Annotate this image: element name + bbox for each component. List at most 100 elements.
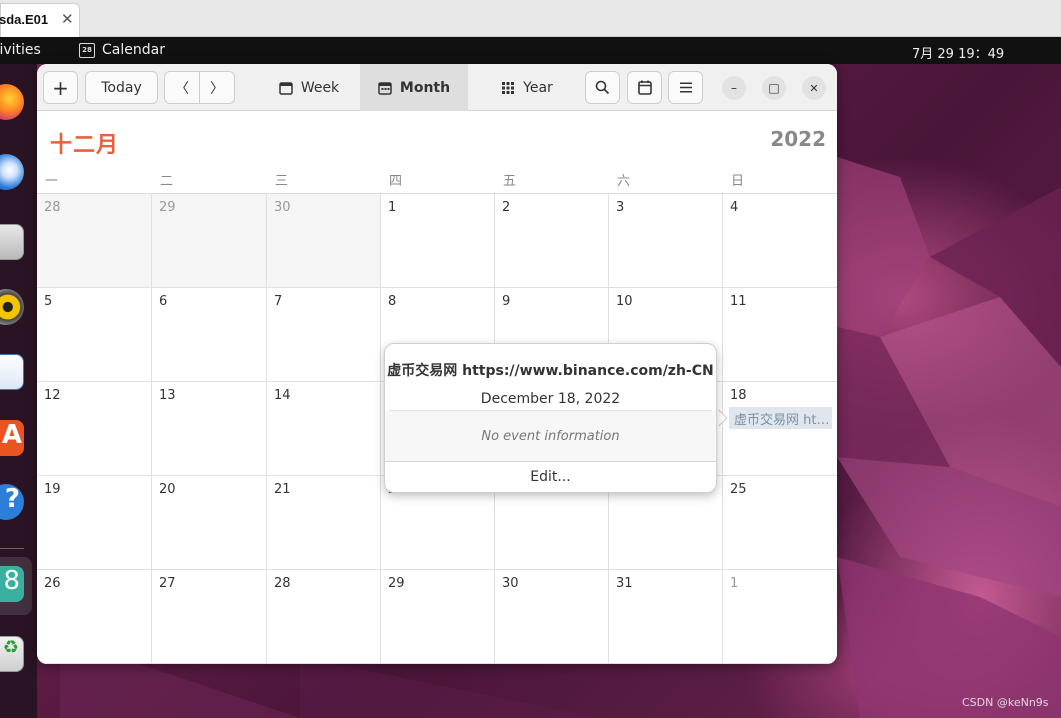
weekday-label: 日 <box>731 174 745 189</box>
day-number: 28 <box>274 576 291 591</box>
day-number: 1 <box>388 200 397 215</box>
day-cell[interactable]: 26 <box>37 570 152 664</box>
new-event-button[interactable]: + <box>43 71 78 104</box>
software-center-icon[interactable]: A <box>0 420 24 456</box>
system-clock[interactable]: 7月 29 19：49 <box>912 43 1004 62</box>
tab-year[interactable]: Year <box>477 64 577 111</box>
hamburger-menu-icon <box>679 82 692 93</box>
day-number: 26 <box>44 576 61 591</box>
event-popover: 虚币交易网 https://www.binance.com/zh-CN Dece… <box>384 343 717 493</box>
month-title: 十二月 <box>50 133 120 158</box>
maximize-button[interactable]: □ <box>762 76 786 100</box>
day-cell[interactable]: 19 <box>37 476 152 570</box>
trash-icon[interactable]: ♻ <box>0 636 24 672</box>
tab-month-label: Month <box>399 79 451 96</box>
weekday-label: 一 <box>45 174 59 189</box>
day-number: 29 <box>159 200 176 215</box>
tab-week[interactable]: Week <box>259 64 359 111</box>
day-cell[interactable]: 20 <box>152 476 267 570</box>
minimize-button[interactable]: – <box>722 76 746 100</box>
calendar-app-icon: 28 <box>79 42 95 58</box>
writer-icon[interactable] <box>0 354 24 390</box>
day-number: 20 <box>159 482 176 497</box>
day-cell[interactable]: 2 <box>495 194 609 288</box>
calendar-management-button[interactable] <box>627 71 662 104</box>
month-icon <box>378 81 392 95</box>
event-info-text: No event information <box>481 429 620 444</box>
day-cell[interactable]: 5 <box>37 288 152 382</box>
dock: A ? 8 ♻ <box>0 64 37 718</box>
day-cell[interactable]: 14 <box>267 382 381 476</box>
edit-event-button[interactable]: Edit... <box>385 469 716 485</box>
activities-button[interactable]: tivities <box>0 42 41 58</box>
files-icon[interactable] <box>0 224 24 260</box>
day-cell[interactable]: 25 <box>723 476 837 570</box>
browser-tab[interactable]: sda.E01 ✕ <box>0 3 80 37</box>
search-icon <box>595 80 610 95</box>
day-number: 29 <box>388 576 405 591</box>
day-cell[interactable]: 29 <box>381 570 495 664</box>
day-cell[interactable]: 21 <box>267 476 381 570</box>
day-number: 14 <box>274 388 291 403</box>
day-cell[interactable]: 7 <box>267 288 381 382</box>
day-cell[interactable]: 12 <box>37 382 152 476</box>
day-cell[interactable]: 11 <box>723 288 837 382</box>
calendar-dock-icon[interactable]: 8 <box>0 566 24 602</box>
thunderbird-icon[interactable] <box>0 154 24 190</box>
weekday-label: 四 <box>389 174 403 189</box>
weekday-label: 三 <box>275 174 289 189</box>
event-title: 虚币交易网 https://www.binance.com/zh-CN <box>387 363 714 379</box>
day-number: 30 <box>274 200 291 215</box>
browser-tab-title: sda.E01 <box>0 12 49 27</box>
close-button[interactable]: ✕ <box>802 76 826 100</box>
day-cell[interactable]: 28 <box>37 194 152 288</box>
header-bar: + Today 〈 〉 Week Month Year – □ ✕ <box>37 64 837 111</box>
search-button[interactable] <box>585 71 620 104</box>
day-cell[interactable]: 6 <box>152 288 267 382</box>
event-date: December 18, 2022 <box>480 391 621 407</box>
day-cell[interactable]: 13 <box>152 382 267 476</box>
maximize-icon: □ <box>768 81 780 95</box>
calendar-icon <box>637 80 652 95</box>
help-icon[interactable]: ? <box>0 484 24 520</box>
rhythmbox-icon[interactable] <box>0 289 24 325</box>
close-icon: ✕ <box>809 81 819 95</box>
day-cell[interactable]: 4 <box>723 194 837 288</box>
popover-divider <box>385 461 716 462</box>
day-cell[interactable]: 3 <box>609 194 723 288</box>
previous-button[interactable]: 〈 <box>164 71 200 104</box>
day-cell[interactable]: 29 <box>152 194 267 288</box>
day-number: 3 <box>616 200 625 215</box>
day-cell[interactable]: 18 <box>723 382 837 476</box>
tab-year-label: Year <box>523 79 553 96</box>
year-title: 2022 <box>770 127 826 151</box>
day-number: 1 <box>730 576 739 591</box>
main-menu-button[interactable] <box>668 71 703 104</box>
close-icon[interactable]: ✕ <box>61 10 74 28</box>
day-cell[interactable]: 30 <box>495 570 609 664</box>
chevron-right-icon: 〉 <box>210 80 224 97</box>
day-cell[interactable]: 27 <box>152 570 267 664</box>
day-cell[interactable]: 30 <box>267 194 381 288</box>
day-number: 18 <box>730 388 747 403</box>
day-number: 13 <box>159 388 176 403</box>
tab-week-label: Week <box>300 79 340 96</box>
day-number: 4 <box>730 200 739 215</box>
event-chip[interactable]: 虚币交易网 ht… <box>729 407 832 429</box>
today-button[interactable]: Today <box>85 71 158 104</box>
day-cell[interactable]: 1 <box>723 570 837 664</box>
next-button[interactable]: 〉 <box>199 71 235 104</box>
day-number: 27 <box>159 576 176 591</box>
tab-month[interactable]: Month <box>360 64 468 111</box>
day-number: 19 <box>44 482 61 497</box>
day-number: 21 <box>274 482 291 497</box>
app-menu[interactable]: 28 Calendar <box>79 42 165 58</box>
app-menu-label: Calendar <box>102 42 165 58</box>
day-number: 31 <box>616 576 633 591</box>
day-cell[interactable]: 31 <box>609 570 723 664</box>
day-cell[interactable]: 1 <box>381 194 495 288</box>
day-number: 30 <box>502 576 519 591</box>
day-cell[interactable]: 28 <box>267 570 381 664</box>
gnome-top-bar: tivities 28 Calendar 7月 29 19：49 <box>0 37 1061 64</box>
firefox-icon[interactable] <box>0 84 24 120</box>
